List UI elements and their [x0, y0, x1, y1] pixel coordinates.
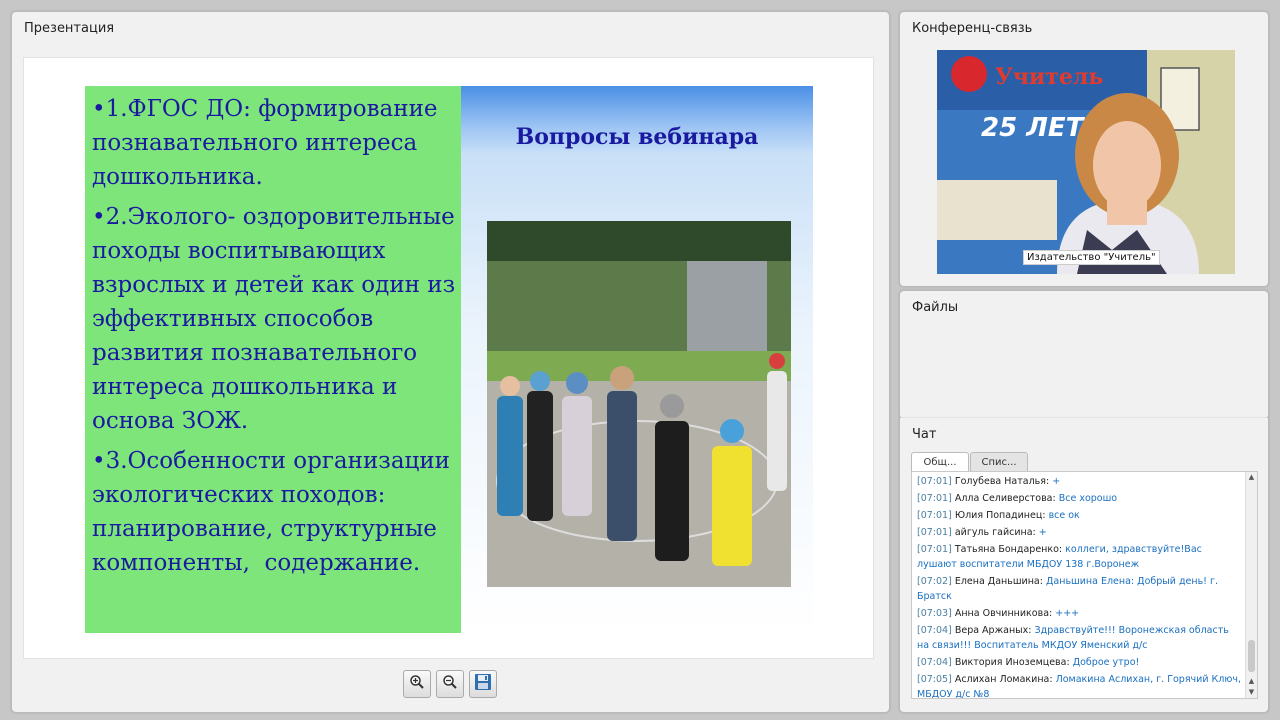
files-title: Файлы — [912, 300, 959, 315]
chat-message: [07:04] Виктория Иноземцева: Доброе утро… — [917, 655, 1242, 670]
zoom-in-button[interactable] — [403, 670, 431, 698]
conference-title: Конференц-связь — [912, 21, 1033, 36]
slide-bullet-2: •2.Эколого- оздоровительные походы воспи… — [92, 204, 463, 434]
chat-message-author: Алла Селиверстова: — [954, 493, 1056, 504]
chat-message: [07:02] Елена Даньшина: Даньшина Елена: … — [917, 574, 1242, 604]
chat-message-author: айгуль гайсина: — [954, 527, 1036, 538]
chat-message-time: [07:01] — [917, 527, 952, 538]
chat-message: [07:01] айгуль гайсина: + — [917, 525, 1242, 540]
chat-message: [07:01] Юлия Попадинец: все ок — [917, 508, 1242, 523]
chat-message-author: Татьяна Бондаренко: — [954, 544, 1063, 555]
save-button[interactable] — [469, 670, 497, 698]
scroll-down-icon-2[interactable]: ▼ — [1247, 688, 1256, 697]
slide-text-column: •1.ФГОС ДО: формирование познавательного… — [85, 86, 461, 633]
chat-message-text: + — [1038, 527, 1047, 538]
conference-panel: Конференц-связь Учитель 25 ЛЕТ Издательс… — [899, 11, 1269, 287]
video-feed[interactable]: Учитель 25 ЛЕТ Издательство "Учитель" — [937, 50, 1235, 274]
tab-general[interactable]: Общ... — [911, 452, 969, 471]
svg-text:Учитель: Учитель — [995, 64, 1103, 90]
slide-bullet-3: •3.Особенности организации экологических… — [92, 448, 458, 576]
video-caption: Издательство "Учитель" — [1023, 250, 1160, 265]
chat-message-text: + — [1052, 476, 1061, 487]
chat-message-time: [07:04] — [917, 625, 952, 636]
zoom-in-icon — [409, 674, 425, 694]
svg-text:25 ЛЕТ: 25 ЛЕТ — [981, 113, 1086, 143]
chat-panel: Чат Общ... Спис... [07:01] Голубева Ната… — [899, 418, 1269, 713]
chat-message-area: [07:01] Голубева Наталья: + [07:01] Алла … — [911, 471, 1258, 699]
presentation-panel: Презентация •1.ФГОС ДО: формирование поз… — [11, 11, 890, 713]
scroll-down-icon[interactable]: ▲ — [1247, 677, 1256, 686]
zoom-out-icon — [442, 674, 458, 694]
chat-message-author: Виктория Иноземцева: — [954, 657, 1070, 668]
floppy-disk-icon — [474, 673, 492, 695]
slide-canvas: •1.ФГОС ДО: формирование познавательного… — [23, 57, 874, 659]
chat-title: Чат — [912, 427, 937, 442]
zoom-out-button[interactable] — [436, 670, 464, 698]
chat-message: [07:01] Татьяна Бондаренко: коллеги, здр… — [917, 542, 1242, 572]
chat-message-time: [07:03] — [917, 608, 952, 619]
chat-message-time: [07:01] — [917, 544, 952, 555]
chat-message: [07:03] Анна Овчинникова: +++ — [917, 606, 1242, 621]
chat-message: [07:04] Вера Аржаных: Здравствуйте!!! Во… — [917, 623, 1242, 653]
chat-message-list: [07:01] Голубева Наталья: + [07:01] Алла … — [917, 474, 1242, 698]
chat-message-author: Анна Овчинникова: — [954, 608, 1053, 619]
slide-heading-banner: Вопросы вебинара — [461, 86, 813, 153]
chat-message-time: [07:01] — [917, 493, 952, 504]
chat-message-text: +++ — [1055, 608, 1080, 619]
chat-message-author: Вера Аржаных: — [954, 625, 1032, 636]
chat-scrollbar[interactable]: ▲ ▲ ▼ — [1245, 472, 1257, 698]
children-circle-photo — [487, 221, 791, 587]
chat-message-time: [07:01] — [917, 476, 952, 487]
chat-message-author: Голубева Наталья: — [954, 476, 1050, 487]
chat-message-text: все ок — [1048, 510, 1080, 521]
chat-message-author: Елена Даньшина: — [954, 576, 1043, 587]
scrollbar-thumb[interactable] — [1248, 640, 1255, 672]
slide-heading: Вопросы вебинара — [515, 124, 759, 150]
tab-list[interactable]: Спис... — [970, 452, 1028, 471]
chat-message: [07:01] Алла Селиверстова: Все хорошо — [917, 491, 1242, 506]
chat-message-author: Юлия Попадинец: — [954, 510, 1046, 521]
slide-bullet-1: •1.ФГОС ДО: формирование познавательного… — [92, 96, 445, 190]
presentation-title: Презентация — [24, 21, 115, 36]
chat-message: [07:05] Аслихан Ломакина: Ломакина Аслих… — [917, 672, 1242, 698]
chat-message-text: Доброе утро! — [1072, 657, 1140, 668]
chat-message-author: Аслихан Ломакина: — [954, 674, 1053, 685]
chat-message-time: [07:04] — [917, 657, 952, 668]
chat-message-text: Все хорошо — [1058, 493, 1118, 504]
scroll-up-icon[interactable]: ▲ — [1247, 473, 1256, 482]
chat-message-time: [07:01] — [917, 510, 952, 521]
files-panel: Файлы — [899, 290, 1269, 420]
chat-message: [07:01] Голубева Наталья: + — [917, 474, 1242, 489]
chat-message-time: [07:02] — [917, 576, 952, 587]
chat-message-time: [07:05] — [917, 674, 952, 685]
slide-image-column: Вопросы вебинара — [461, 86, 813, 633]
